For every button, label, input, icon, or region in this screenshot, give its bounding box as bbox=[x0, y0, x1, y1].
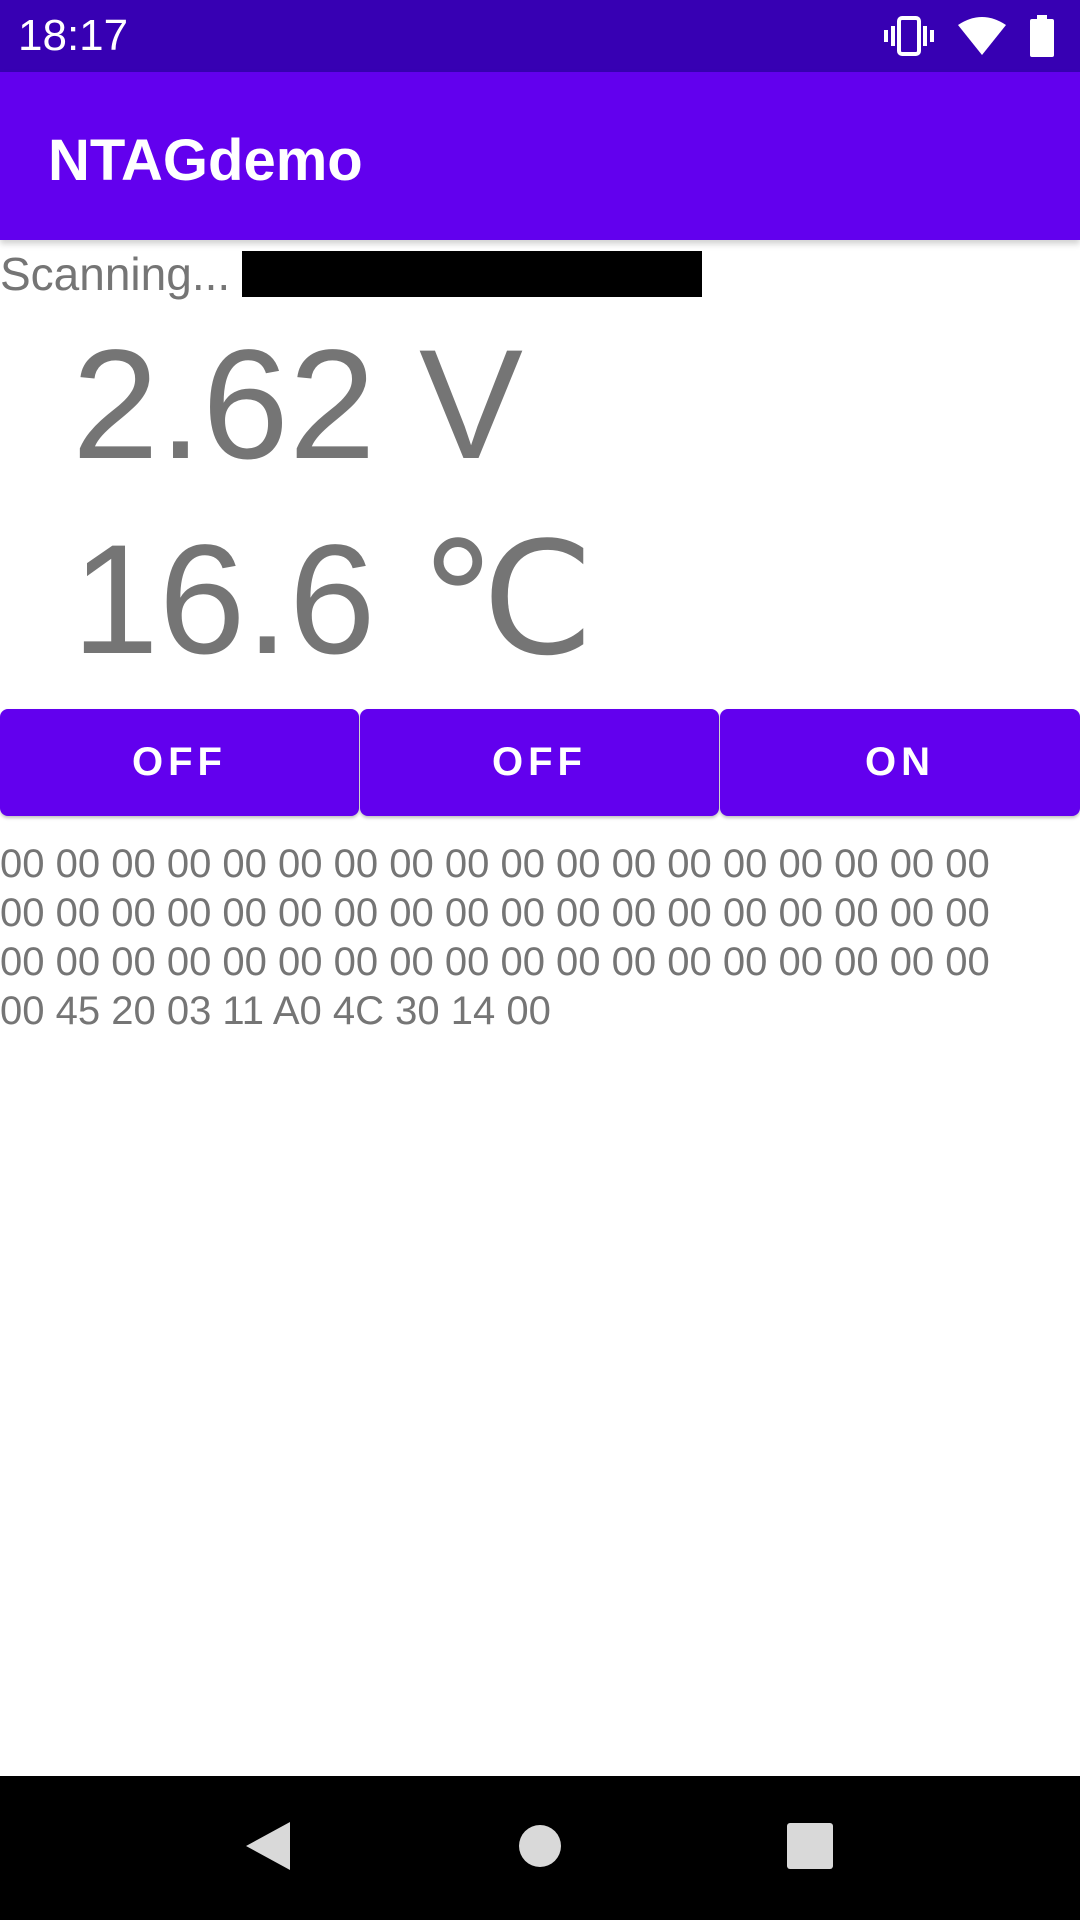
home-button[interactable] bbox=[480, 1776, 600, 1920]
recents-icon bbox=[787, 1822, 833, 1874]
status-time: 18:17 bbox=[18, 11, 129, 60]
redacted-value bbox=[242, 251, 703, 297]
toggle-button-row: OFF OFF ON bbox=[0, 709, 1080, 816]
app-bar: NTAGdemo bbox=[0, 72, 1080, 240]
voltage-reading: 2.62 V bbox=[72, 318, 524, 492]
status-bar: 18:17 bbox=[0, 0, 1080, 72]
recents-button[interactable] bbox=[750, 1776, 870, 1920]
battery-icon bbox=[1030, 15, 1054, 57]
status-icons bbox=[884, 14, 1054, 58]
hex-dump-line: 00 45 20 03 11 A0 4C 30 14 00 bbox=[0, 989, 551, 1033]
scan-status-label: Scanning... bbox=[0, 248, 231, 300]
navigation-bar bbox=[0, 1776, 1080, 1920]
home-icon bbox=[518, 1824, 562, 1873]
back-icon bbox=[244, 1820, 292, 1877]
vibrate-icon bbox=[884, 16, 934, 56]
temperature-reading: 16.6 ℃ bbox=[72, 513, 595, 687]
toggle-button-3[interactable]: ON bbox=[720, 709, 1080, 816]
scan-status: Scanning... bbox=[0, 248, 703, 300]
hex-dump-line: 00 00 00 00 00 00 00 00 00 00 00 00 00 0… bbox=[0, 940, 990, 984]
hex-dump: 00 00 00 00 00 00 00 00 00 00 00 00 00 0… bbox=[0, 840, 1080, 1036]
toggle-button-2[interactable]: OFF bbox=[360, 709, 719, 816]
hex-dump-line: 00 00 00 00 00 00 00 00 00 00 00 00 00 0… bbox=[0, 842, 990, 886]
back-button[interactable] bbox=[208, 1776, 328, 1920]
app-title: NTAGdemo bbox=[48, 128, 363, 193]
toggle-button-1[interactable]: OFF bbox=[0, 709, 359, 816]
hex-dump-line: 00 00 00 00 00 00 00 00 00 00 00 00 00 0… bbox=[0, 891, 990, 935]
wifi-icon bbox=[958, 17, 1006, 55]
